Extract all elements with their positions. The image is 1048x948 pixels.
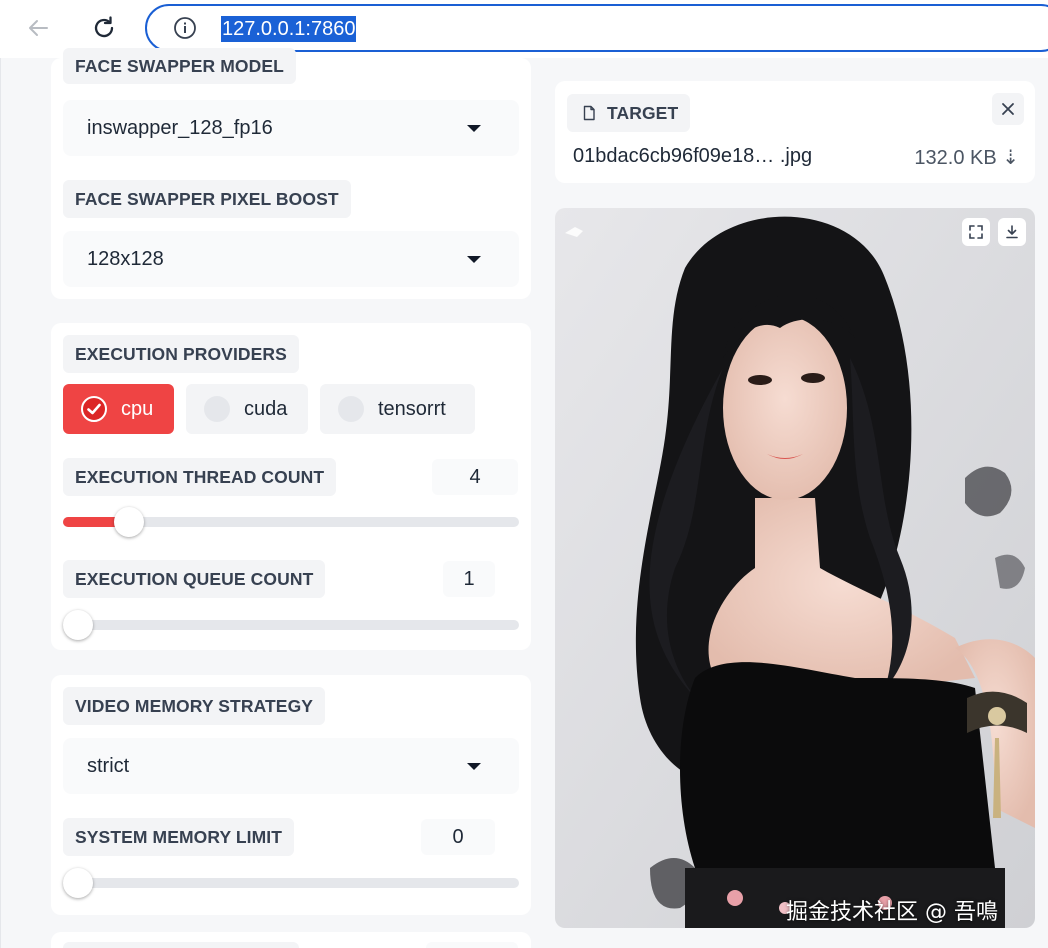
back-arrow-icon [29, 20, 48, 36]
execution-queue-count-input[interactable]: 1 [443, 561, 495, 597]
portrait-image [555, 208, 1035, 928]
checkbox[interactable] [204, 396, 230, 422]
execution-thread-count-label: EXECUTION THREAD COUNT [63, 458, 337, 496]
next-card-label-partial [63, 942, 299, 948]
face-swapper-model-dropdown[interactable]: inswapper_128_fp16 [63, 100, 519, 156]
close-button[interactable] [992, 93, 1024, 125]
provider-cpu[interactable]: cpu [63, 384, 174, 434]
provider-label: cuda [244, 398, 288, 420]
system-memory-limit-label: SYSTEM MEMORY LIMIT [63, 818, 295, 856]
checkbox[interactable] [81, 396, 107, 422]
download-button[interactable] [998, 218, 1026, 246]
slider-thumb[interactable] [63, 868, 93, 898]
provider-label: cpu [121, 398, 154, 420]
video-memory-strategy-label: VIDEO MEMORY STRATEGY [63, 687, 326, 725]
execution-thread-count-slider[interactable] [63, 507, 519, 537]
provider-tensorrt[interactable]: tensorrt [320, 384, 475, 434]
fullscreen-icon [969, 225, 983, 239]
next-card-input-partial [426, 942, 518, 948]
target-file-size[interactable]: 132.0 KB ⇣ [914, 145, 1019, 170]
address-bar[interactable]: 127.0.0.1:7860 [145, 4, 1048, 52]
video-memory-strategy-value: strict [87, 755, 130, 777]
system-memory-limit-input[interactable]: 0 [421, 819, 495, 855]
target-file-name[interactable]: 01bdac6cb96f09e18… .jpg [573, 145, 812, 168]
chevron-down-icon [467, 763, 481, 770]
execution-providers-label: EXECUTION PROVIDERS [63, 335, 299, 373]
target-card: TARGET 01bdac6cb96f09e18… .jpg 132.0 KB … [555, 81, 1035, 183]
chevron-down-icon [467, 256, 481, 263]
download-icon [1006, 225, 1018, 239]
face-swapper-model-label: FACE SWAPPER MODEL [63, 48, 296, 84]
face-swapper-model-value: inswapper_128_fp16 [87, 117, 273, 139]
provider-cuda[interactable]: cuda [186, 384, 308, 434]
back-button[interactable] [20, 10, 56, 46]
provider-label: tensorrt [378, 398, 446, 420]
video-memory-strategy-dropdown[interactable]: strict [63, 738, 519, 794]
execution-queue-count-slider[interactable] [63, 610, 519, 640]
face-swapper-pixel-boost-dropdown[interactable]: 128x128 [63, 231, 519, 287]
watermark-text: 掘金技术社区 @ 吾鳴 [786, 900, 998, 925]
execution-queue-count-label: EXECUTION QUEUE COUNT [63, 560, 326, 598]
target-label: TARGET [567, 94, 691, 132]
system-memory-limit-slider[interactable] [63, 868, 519, 898]
slider-thumb[interactable] [63, 610, 93, 640]
execution-thread-count-input[interactable]: 4 [432, 459, 518, 495]
chevron-down-icon [467, 125, 481, 132]
url-text[interactable]: 127.0.0.1:7860 [221, 16, 357, 42]
slider-thumb[interactable] [114, 507, 144, 537]
close-icon [1002, 103, 1014, 115]
checkmark-icon [87, 403, 101, 415]
reload-button[interactable] [86, 10, 122, 46]
target-label-text: TARGET [607, 103, 679, 123]
reload-icon [94, 16, 114, 38]
face-swapper-pixel-boost-value: 128x128 [87, 248, 164, 270]
target-image-preview [555, 208, 1035, 928]
info-icon[interactable] [173, 16, 197, 40]
checkbox[interactable] [338, 396, 364, 422]
fullscreen-button[interactable] [962, 218, 990, 246]
file-icon [583, 105, 595, 121]
face-swapper-pixel-boost-label: FACE SWAPPER PIXEL BOOST [63, 180, 351, 218]
